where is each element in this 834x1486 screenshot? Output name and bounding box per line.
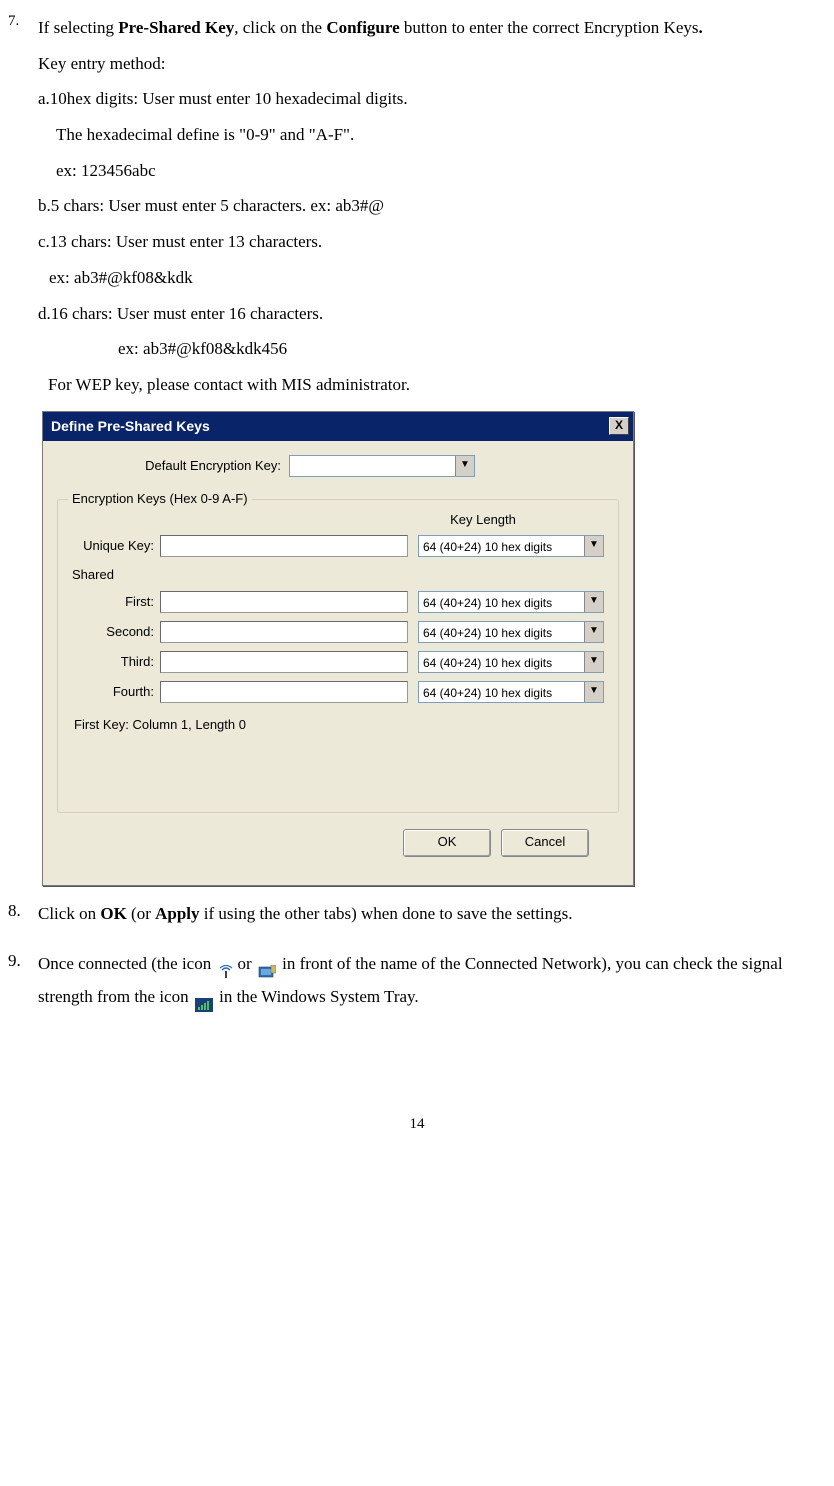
list-number-7: 7. — [8, 10, 36, 403]
chevron-down-icon: ▼ — [584, 592, 603, 612]
unique-key-input[interactable] — [160, 535, 408, 557]
unique-key-length-combo[interactable]: 64 (40+24) 10 hex digits ▼ — [418, 535, 604, 557]
step9-a: Once connected (the icon — [38, 954, 211, 973]
close-icon: X — [615, 418, 623, 432]
opt-a: a.10hex digits: User must enter 10 hexad… — [38, 89, 408, 108]
opt-a-line3: ex: 123456abc — [38, 161, 156, 180]
step7-period: . — [699, 18, 703, 37]
third-label: Third: — [68, 652, 160, 672]
step9-d: in the Windows System Tray. — [219, 987, 419, 1006]
key-length-header: Key Length — [358, 510, 608, 530]
third-key-length-combo[interactable]: 64 (40+24) 10 hex digits ▼ — [418, 651, 604, 673]
step8-apply: Apply — [155, 904, 199, 923]
dialog-title: Define Pre-Shared Keys — [51, 416, 210, 437]
opt-b: b.5 chars: User must enter 5 characters.… — [38, 196, 384, 215]
list-number-8: 8. — [8, 898, 36, 930]
third-key-length-value: 64 (40+24) 10 hex digits — [419, 652, 584, 672]
step7-text: If selecting — [38, 18, 114, 37]
fourth-key-input[interactable] — [160, 681, 408, 703]
page-number: 14 — [0, 1113, 834, 1154]
shared-label: Shared — [72, 565, 608, 585]
unique-key-label: Unique Key: — [68, 536, 160, 556]
default-enc-label: Default Encryption Key: — [57, 456, 289, 476]
key-entry-label: Key entry method: — [38, 54, 165, 73]
first-label: First: — [68, 592, 160, 612]
third-key-input[interactable] — [160, 651, 408, 673]
first-key-length-value: 64 (40+24) 10 hex digits — [419, 592, 584, 612]
step8-before: Click on — [38, 904, 96, 923]
step8-after: if using the other tabs) when done to sa… — [204, 904, 573, 923]
fourth-key-length-value: 64 (40+24) 10 hex digits — [419, 682, 584, 702]
chevron-down-icon: ▼ — [584, 536, 603, 556]
signal-tray-icon — [195, 991, 213, 1005]
fourth-key-length-combo[interactable]: 64 (40+24) 10 hex digits ▼ — [418, 681, 604, 703]
first-key-length-combo[interactable]: 64 (40+24) 10 hex digits ▼ — [418, 591, 604, 613]
chevron-down-icon: ▼ — [584, 652, 603, 672]
second-key-length-combo[interactable]: 64 (40+24) 10 hex digits ▼ — [418, 621, 604, 643]
chevron-down-icon: ▼ — [584, 622, 603, 642]
second-label: Second: — [68, 622, 160, 642]
connected-antenna-icon — [217, 958, 235, 972]
list-number-9: 9. — [8, 948, 36, 1013]
default-enc-combo[interactable]: ▼ — [289, 455, 475, 477]
fieldset-legend: Encryption Keys (Hex 0-9 A-F) — [68, 489, 252, 509]
opt-c-ex: ex: ab3#@kf08&kdk — [38, 268, 193, 287]
ok-button-label: OK — [438, 834, 457, 849]
step8-ok: OK — [100, 904, 126, 923]
chevron-down-icon: ▼ — [584, 682, 603, 702]
connected-monitor-icon — [258, 958, 276, 972]
default-enc-value — [290, 456, 455, 476]
status-line: First Key: Column 1, Length 0 — [74, 715, 608, 735]
opt-c: c.13 chars: User must enter 13 character… — [38, 232, 322, 251]
step9-b: or — [237, 954, 251, 973]
cancel-button[interactable]: Cancel — [501, 829, 589, 857]
enc-keys-fieldset: Encryption Keys (Hex 0-9 A-F) Key Length… — [57, 499, 619, 814]
opt-d: d.16 chars: User must enter 16 character… — [38, 304, 323, 323]
preshared-keys-dialog: Define Pre-Shared Keys X Default Encrypt… — [42, 411, 634, 887]
ok-button[interactable]: OK — [403, 829, 491, 857]
opt-d-ex: ex: ab3#@kf08&kdk456 — [38, 339, 287, 358]
dialog-titlebar: Define Pre-Shared Keys X — [43, 412, 633, 441]
unique-key-length-value: 64 (40+24) 10 hex digits — [419, 536, 584, 556]
chevron-down-icon: ▼ — [455, 456, 474, 476]
step7-after: button to enter the correct Encryption K… — [404, 18, 699, 37]
first-key-input[interactable] — [160, 591, 408, 613]
wep-note: For WEP key, please contact with MIS adm… — [38, 375, 410, 394]
step8-mid: (or — [131, 904, 151, 923]
close-button[interactable]: X — [609, 417, 629, 435]
configure-bold: Configure — [326, 18, 399, 37]
cancel-button-label: Cancel — [525, 834, 565, 849]
second-key-length-value: 64 (40+24) 10 hex digits — [419, 622, 584, 642]
psk-bold: Pre-Shared Key — [118, 18, 234, 37]
step7-mid: , click on the — [234, 18, 322, 37]
second-key-input[interactable] — [160, 621, 408, 643]
opt-a-line2: The hexadecimal define is "0-9" and "A-F… — [38, 125, 354, 144]
fourth-label: Fourth: — [68, 682, 160, 702]
